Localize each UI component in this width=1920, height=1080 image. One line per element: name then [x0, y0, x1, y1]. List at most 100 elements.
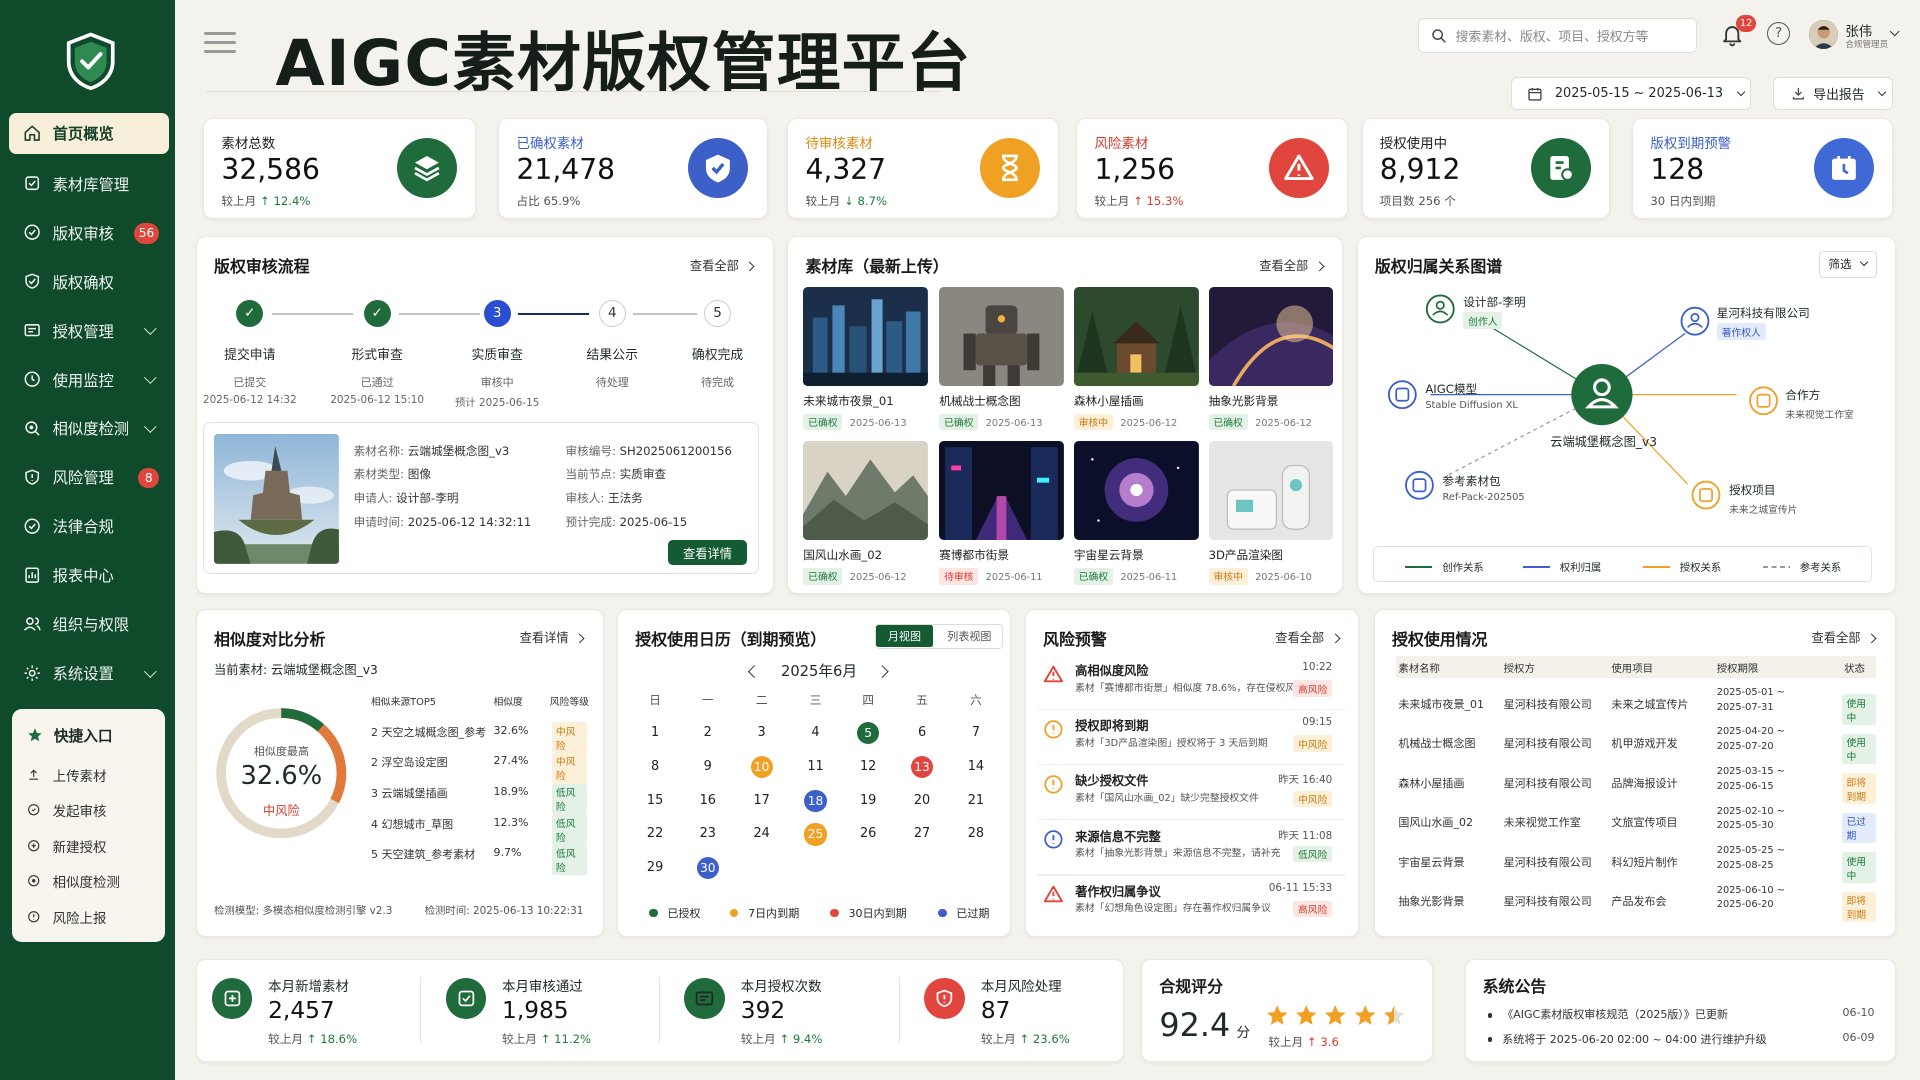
stat-card-4[interactable]: 授权使用中 8,912 项目数 256 个 [1361, 117, 1611, 220]
graph-node-3[interactable]: 合作方 未来视觉工作室 [1785, 387, 1853, 421]
calendar-day[interactable]: 12 [850, 756, 887, 778]
calendar-day[interactable]: 16 [689, 790, 726, 812]
library-item-name[interactable]: 宇宙星云背景 [1074, 547, 1144, 563]
shield-logo-icon[interactable] [65, 32, 116, 91]
help-icon[interactable]: ? [1766, 22, 1791, 46]
risk-see-all-link[interactable]: 查看全部 [1275, 628, 1338, 646]
stat-card-3[interactable]: 风险素材 1,256 较上月 ↑ 15.3% [1076, 117, 1349, 220]
quick-entry-item[interactable]: 相似度检测 [27, 863, 151, 899]
user-name[interactable]: 张伟 [1845, 20, 1872, 40]
calendar-day[interactable]: 28 [958, 823, 995, 845]
auth-table-row[interactable]: 抽象光影背景 星河科技有限公司 产品发布会 2025-06-10 ~ 2025-… [1396, 883, 1876, 923]
library-thumbnail-0[interactable] [803, 286, 929, 386]
library-item-name[interactable]: 赛博都市街景 [939, 547, 1009, 563]
sidebar-item-9[interactable]: 报表中心 [9, 551, 169, 600]
stat-card-2[interactable]: 待审核素材 4,327 较上月 ↓ 8.7% [787, 117, 1060, 220]
export-report-button[interactable]: 导出报告 [1773, 77, 1894, 111]
chevron-down-icon[interactable] [1889, 26, 1900, 38]
graph-node-0[interactable]: 设计部-李明 创作人 [1463, 294, 1526, 329]
risk-item[interactable]: 著作权归属争议 素材「幻想角色设定图」存在著作权归属争议 06-11 15:33… [1038, 882, 1333, 931]
library-thumbnail-7[interactable] [1208, 440, 1334, 540]
search-input[interactable]: 搜索素材、版权、项目、授权方等 [1417, 18, 1698, 53]
library-see-all-link[interactable]: 查看全部 [1259, 256, 1322, 274]
sidebar-item-1[interactable]: 素材库管理 [9, 159, 169, 208]
calendar-day[interactable]: 27 [904, 823, 941, 845]
similarity-row[interactable]: 4 幻想城市_草图 12.3% 低风险 [371, 814, 594, 845]
similarity-row[interactable]: 2 天空之城概念图_参考 32.6% 中风险 [371, 722, 594, 753]
sidebar-item-6[interactable]: 相似度检测 [9, 404, 169, 453]
quick-entry-item[interactable]: 发起审核 [27, 792, 151, 828]
calendar-day[interactable]: 18 [797, 789, 834, 812]
monthly-stat-3[interactable]: 本月风险处理 87 较上月 ↑ 23.6% [909, 959, 1129, 1062]
calendar-day[interactable]: 1 [637, 722, 674, 744]
sidebar-item-8[interactable]: 法律合规 [9, 502, 169, 551]
auth-table-row[interactable]: 森林小屋插画 星河科技有限公司 品牌海报设计 2025-03-15 ~ 2025… [1396, 765, 1876, 804]
sidebar-item-10[interactable]: 组织与权限 [9, 600, 169, 649]
prev-month-icon[interactable] [748, 665, 761, 678]
library-thumbnail-5[interactable] [939, 440, 1065, 540]
quick-entry-item[interactable]: 风险上报 [27, 899, 151, 935]
calendar-day[interactable]: 30 [689, 857, 726, 880]
calendar-day[interactable]: 4 [797, 722, 834, 744]
review-step-2[interactable]: 3 实质审查 审核中 预计 2025-06-15 [448, 300, 546, 409]
calendar-day[interactable]: 9 [689, 756, 726, 778]
calendar-day[interactable]: 5 [850, 722, 887, 745]
graph-node-4[interactable]: 参考素材包 Ref-Pack-202505 [1442, 473, 1524, 504]
quick-entry-item[interactable]: 上传素材 [27, 757, 151, 793]
risk-item[interactable]: 缺少授权文件 素材「国风山水画_02」缺少完整授权文件 昨天 16:40 中风险 [1038, 771, 1333, 820]
notice-item[interactable]: 《AIGC素材版权审核规范（2025版）》已更新 06-10 [1487, 1006, 1874, 1022]
library-item-name[interactable]: 机械战士概念图 [939, 393, 1020, 409]
view-detail-button[interactable]: 查看详情 [668, 539, 747, 566]
calendar-day[interactable]: 21 [958, 790, 995, 812]
calendar-day[interactable]: 15 [637, 790, 674, 812]
calendar-day[interactable]: 24 [743, 823, 780, 845]
avatar[interactable] [1808, 19, 1838, 49]
library-thumbnail-2[interactable] [1073, 286, 1199, 386]
similarity-row[interactable]: 2 浮空岛设定图 27.4% 中风险 [371, 753, 594, 784]
calendar-day[interactable]: 25 [797, 823, 834, 846]
notice-item[interactable]: 系统将于 2025-06-20 02:00 ~ 04:00 进行维护升级 06-… [1487, 1031, 1874, 1047]
risk-item[interactable]: 高相似度风险 素材「赛博都市街景」相似度 78.6%，存在侵权风险 10:22 … [1038, 661, 1333, 710]
calendar-day[interactable]: 3 [743, 722, 780, 744]
calendar-day[interactable]: 13 [904, 756, 941, 779]
calendar-day[interactable]: 23 [689, 823, 726, 845]
calendar-day[interactable]: 8 [637, 756, 674, 778]
auth-table-row[interactable]: 国风山水画_02 未来视觉工作室 文旅宣传项目 2025-02-10 ~ 202… [1396, 804, 1876, 844]
risk-item[interactable]: 授权即将到期 素材「3D产品渲染图」授权将于 3 天后到期 09:15 中风险 [1038, 716, 1333, 765]
sidebar-item-4[interactable]: 授权管理 [9, 306, 169, 355]
sidebar-item-7[interactable]: 风险管理 8 [9, 453, 169, 502]
sidebar-item-0[interactable]: 首页概览 [8, 112, 169, 155]
library-thumbnail-4[interactable] [803, 440, 929, 540]
library-item-name[interactable]: 抽象光影背景 [1209, 393, 1279, 409]
review-step-1[interactable]: ✓ 形式审查 已通过 2025-06-12 15:10 [328, 300, 426, 406]
sidebar-item-5[interactable]: 使用监控 [9, 355, 169, 404]
review-step-0[interactable]: ✓ 提交申请 已提交 2025-06-12 14:32 [201, 300, 299, 406]
graph-filter-button[interactable]: 筛选 [1818, 250, 1878, 278]
calendar-day[interactable]: 17 [743, 790, 780, 812]
auth-table-row[interactable]: 宇宙星云背景 星河科技有限公司 科幻短片制作 2025-05-25 ~ 2025… [1396, 844, 1876, 883]
menu-toggle-icon[interactable] [204, 31, 237, 54]
calendar-day[interactable]: 7 [958, 722, 995, 744]
library-thumbnail-1[interactable] [939, 286, 1065, 386]
library-item-name[interactable]: 森林小屋插画 [1074, 393, 1144, 409]
month-view-button[interactable]: 月视图 [876, 625, 933, 648]
monthly-stat-1[interactable]: 本月审核通过 1,985 较上月 ↑ 11.2% [430, 959, 650, 1062]
similarity-row[interactable]: 3 云端城堡插画 18.9% 低风险 [371, 783, 594, 815]
library-thumbnail-6[interactable] [1073, 440, 1199, 540]
graph-node-5[interactable]: 授权项目 未来之城宣传片 [1729, 482, 1797, 516]
calendar-day[interactable]: 29 [637, 857, 674, 879]
castle-thumbnail[interactable] [214, 434, 339, 565]
monthly-stat-0[interactable]: 本月新增素材 2,457 较上月 ↑ 18.6% [196, 959, 416, 1062]
library-item-name[interactable]: 3D产品渲染图 [1209, 547, 1283, 563]
stat-card-5[interactable]: 版权到期预警 128 30 日内到期 [1632, 117, 1894, 220]
calendar-day[interactable]: 14 [958, 756, 995, 778]
library-item-name[interactable]: 国风山水画_02 [803, 547, 882, 563]
library-thumbnail-3[interactable] [1208, 286, 1334, 386]
monthly-stat-2[interactable]: 本月授权次数 392 较上月 ↑ 9.4% [669, 959, 889, 1062]
graph-center-node[interactable]: 云端城堡概念图_v3 [1550, 432, 1657, 450]
graph-node-1[interactable]: 星河科技有限公司 著作权人 [1716, 305, 1810, 340]
similarity-row[interactable]: 5 天空建筑_参考素材 9.7% 低风险 [371, 844, 594, 876]
quick-entry-item[interactable]: 新建授权 [27, 828, 151, 864]
library-item-name[interactable]: 未来城市夜景_01 [803, 393, 893, 409]
calendar-day[interactable]: 22 [637, 823, 674, 845]
